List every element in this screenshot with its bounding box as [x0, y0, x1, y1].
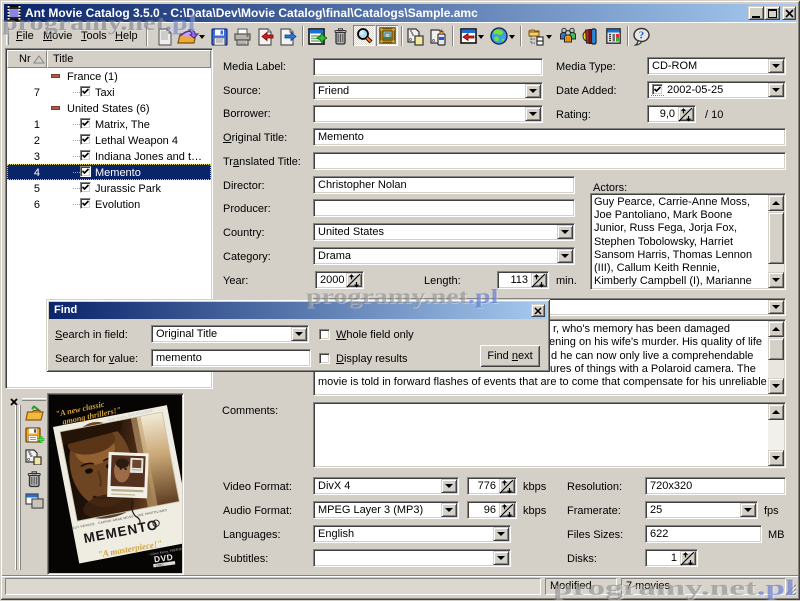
svg-text:?: ? — [639, 30, 645, 42]
